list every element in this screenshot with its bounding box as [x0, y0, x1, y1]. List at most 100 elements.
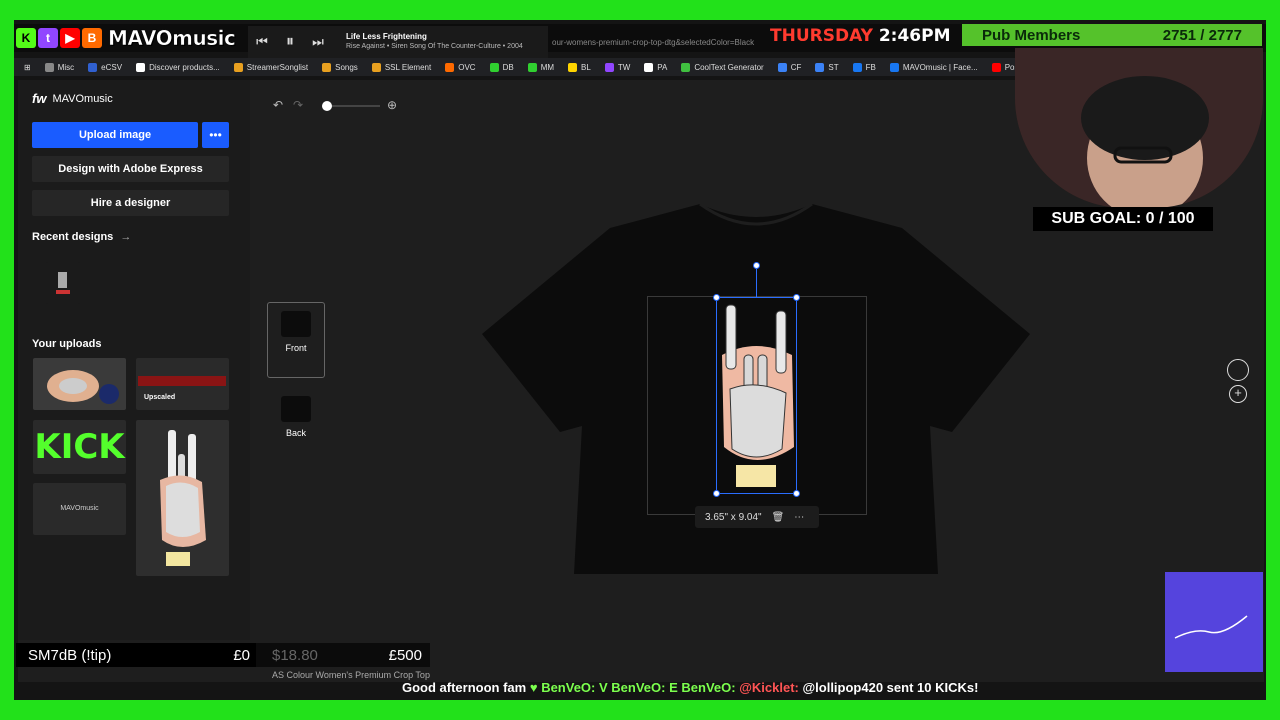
pub-members-label: Pub Members	[982, 26, 1081, 44]
date-time: THURSDAY 2:46PM	[770, 26, 951, 46]
song-title: Life Less Frightening	[346, 32, 427, 41]
recent-designs-link[interactable]: Recent designs →	[32, 231, 131, 243]
site-icon	[644, 62, 654, 72]
bookmark-13[interactable]: CF	[777, 62, 801, 72]
bookmark-7[interactable]: DB	[489, 62, 514, 72]
bookmarks-bar: ⊞ Misc eCSV Discover products... Streame…	[14, 58, 1024, 76]
upload-image-button[interactable]: Upload image	[32, 122, 198, 148]
bookmark-9[interactable]: BL	[568, 62, 591, 72]
arrow-right-icon: →	[120, 231, 132, 243]
site-icon	[815, 62, 825, 72]
your-uploads-label: Your uploads	[32, 338, 102, 350]
account-header: fw MAVOmusic	[32, 91, 113, 106]
upscaled-badge: Upscaled	[144, 394, 176, 401]
apps-icon[interactable]: ⊞	[24, 63, 31, 72]
red-text-image-icon	[138, 376, 226, 386]
resize-handle-br[interactable]	[793, 490, 800, 497]
back-shirt-mini-icon	[281, 396, 311, 422]
pause-icon[interactable]: ⏸	[276, 33, 304, 51]
bookmark-1[interactable]: eCSV	[88, 62, 123, 72]
bookmark-label: MM	[540, 62, 555, 72]
undo-icon[interactable]: ↶	[273, 98, 283, 112]
heart-icon: ♥	[529, 680, 538, 695]
zoom-slider-knob[interactable]	[322, 101, 332, 111]
site-icon	[889, 62, 899, 72]
tip-target: £500	[388, 646, 422, 664]
bookmark-10[interactable]: TW	[604, 62, 630, 72]
site-icon	[568, 62, 578, 72]
previous-track-icon[interactable]: ⏮	[248, 34, 276, 50]
upload-thumb-kick[interactable]: KICK	[33, 420, 126, 474]
folder-icon	[44, 62, 54, 72]
selection-box[interactable]	[716, 297, 797, 494]
skeleton-hand-icon	[160, 430, 206, 566]
tip-goal-right: $18.80 £500	[256, 643, 430, 667]
bookmark-16[interactable]: MAVOmusic | Face...	[889, 62, 978, 72]
upload-thumb-mavo[interactable]: MAVOmusic	[33, 483, 126, 535]
bookmark-14[interactable]: ST	[815, 62, 839, 72]
resize-handle-tr[interactable]	[793, 294, 800, 301]
tip-current: £0	[233, 646, 250, 664]
ticker-user: BenVeO:	[611, 680, 666, 695]
twitch-icon: t	[38, 28, 58, 48]
bookmark-6[interactable]: OVC	[445, 62, 476, 72]
more-options-icon[interactable]: ⋯	[794, 512, 804, 523]
ticker-user: @Kicklet:	[739, 680, 799, 695]
fourthwall-logo-icon: fw	[32, 91, 47, 106]
bookmark-label: StreamerSonglist	[246, 62, 309, 72]
upload-thumb-hands[interactable]	[33, 358, 126, 410]
zoom-in-icon[interactable]: ⊕	[387, 98, 397, 112]
bookmark-5[interactable]: SSL Element	[371, 62, 431, 72]
bookmark-label: OVC	[458, 62, 476, 72]
tip-label: SM7dB (!tip)	[28, 646, 112, 664]
recent-design-thumb[interactable]	[46, 262, 80, 304]
day-label: THURSDAY	[770, 26, 873, 46]
bookmark-0[interactable]: Misc	[44, 62, 74, 72]
upload-more-button[interactable]: •••	[202, 122, 229, 148]
site-icon	[136, 62, 146, 72]
bookmark-15[interactable]: FB	[852, 62, 876, 72]
song-artist: Rise Against • Siren Song Of The Counter…	[346, 43, 523, 50]
bookmark-2[interactable]: Discover products...	[136, 62, 220, 72]
bookmark-label: MAVOmusic | Face...	[902, 62, 978, 72]
mini-dashboard-widget	[1165, 572, 1263, 672]
add-circle-icon[interactable]: +	[1229, 385, 1247, 403]
site-icon	[527, 62, 537, 72]
ticker-text: E	[669, 680, 678, 695]
bookmark-3[interactable]: StreamerSonglist	[233, 62, 309, 72]
now-playing: Life Less Frightening Rise Against • Sir…	[346, 32, 523, 52]
resize-handle-tl[interactable]	[713, 294, 720, 301]
ticker-text: V	[599, 680, 608, 695]
ticker-user: BenVeO:	[681, 680, 736, 695]
chat-ticker: Good afternoon fam ♥ BenVeO: V BenVeO: E…	[402, 680, 1202, 698]
bookmark-12[interactable]: CoolText Generator	[681, 62, 764, 72]
bookmark-label: eCSV	[101, 62, 123, 72]
bookmark-4[interactable]: Songs	[322, 62, 358, 72]
bookmark-11[interactable]: PA	[644, 62, 667, 72]
color-circle-icon[interactable]	[1227, 359, 1249, 381]
time-label: 2:46PM	[878, 26, 951, 46]
redo-icon[interactable]: ↷	[293, 98, 303, 112]
rotate-handle[interactable]	[753, 262, 760, 269]
dimension-toolbar: 3.65" x 9.04" 🗑 ⋯	[695, 506, 819, 528]
ticker-user: BenVeO:	[541, 680, 596, 695]
view-back-card[interactable]: Back	[267, 388, 325, 460]
view-front-card[interactable]: Front	[267, 302, 325, 378]
upload-thumb-upscaled[interactable]: Upscaled	[136, 358, 229, 410]
rotate-line	[756, 268, 757, 297]
bookmark-label: CoolText Generator	[694, 62, 764, 72]
sub-goal: SUB GOAL: 0 / 100	[1033, 207, 1213, 231]
resize-handle-bl[interactable]	[713, 490, 720, 497]
adobe-express-button[interactable]: Design with Adobe Express	[32, 156, 229, 182]
upload-thumb-skeleton-hand[interactable]	[136, 420, 229, 576]
trash-icon[interactable]: 🗑	[772, 512, 785, 523]
bookmark-8[interactable]: MM	[527, 62, 555, 72]
hire-designer-button[interactable]: Hire a designer	[32, 190, 229, 216]
brand-name: MAVOmusic	[108, 26, 236, 51]
site-icon	[489, 62, 499, 72]
kick-logo-text: KICK	[34, 427, 125, 467]
tip-goal-left: SM7dB (!tip) £0	[16, 643, 256, 667]
address-bar-fragment: our-womens-premium-crop-top-dtg&selected…	[552, 38, 755, 47]
site-icon	[991, 62, 1001, 72]
next-track-icon[interactable]: ⏭	[304, 34, 332, 50]
